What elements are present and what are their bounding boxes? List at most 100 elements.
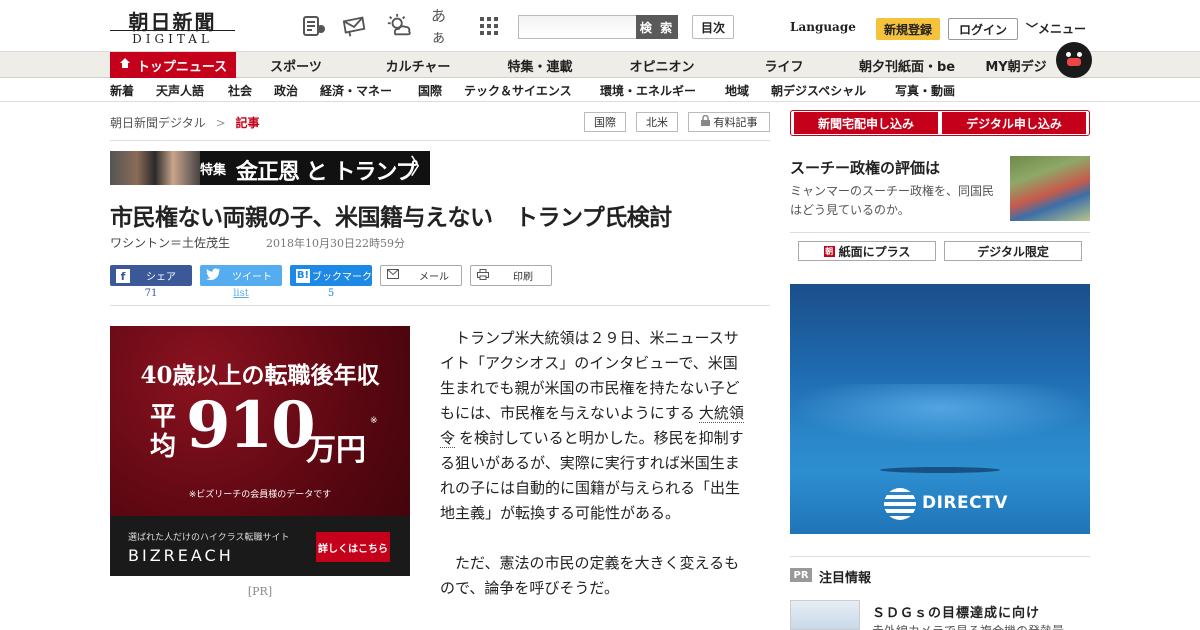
breadcrumb-separator: > xyxy=(215,116,226,130)
share-mail-label: メール xyxy=(419,272,449,283)
nav-tab-top-news[interactable]: トップニュース xyxy=(110,52,236,78)
toc-button[interactable]: 目次 xyxy=(692,15,734,39)
subnav-region[interactable]: 地域 xyxy=(725,79,749,102)
mail-sign-icon[interactable] xyxy=(342,13,368,39)
subnav-environment[interactable]: 環境・エネルギー xyxy=(600,79,696,102)
share-hatena-label: ブックマーク xyxy=(312,272,372,283)
tag-paid-article: 有料記事 xyxy=(688,112,770,132)
share-mail-button[interactable]: メール xyxy=(380,265,462,286)
nav-tab-culture[interactable]: カルチャー xyxy=(372,52,464,78)
share-twitter-button[interactable]: ツイート xyxy=(200,265,282,286)
share-hatena-button[interactable]: B! ブックマーク xyxy=(290,265,372,286)
pr-badge: PR xyxy=(790,568,812,582)
facebook-count: 71 xyxy=(144,288,158,299)
subnav-tech-science[interactable]: テック＆サイエンス xyxy=(464,79,572,102)
ad-tagline: 選ばれた人だけのハイクラス転職サイト xyxy=(128,533,290,543)
subnav-special[interactable]: 朝デジスペシャル xyxy=(771,79,866,102)
feature-photo xyxy=(110,151,200,185)
paragraph-text: トランプ米大統領は２９日、米ニュースサイト「アクシオス」のインタビューで、米国生… xyxy=(440,329,740,422)
divider xyxy=(110,305,770,306)
subnav-latest[interactable]: 新着 xyxy=(110,79,134,102)
notice-subtitle: 赤外線カメラで見る複合機の発熱量 xyxy=(872,622,1064,630)
ad-average-label: 平均 xyxy=(150,402,177,462)
nav-tab-label: トップニュース xyxy=(136,59,228,75)
print-button[interactable]: 印刷 xyxy=(470,265,552,286)
article-byline: ワシントン＝土佐茂生 xyxy=(110,236,231,250)
article-paragraph: トランプ米大統領は２９日、米ニュースサイト「アクシオス」のインタビューで、米国生… xyxy=(440,326,750,526)
nav-tab-print-edition[interactable]: 朝夕刊紙面・be xyxy=(852,52,962,78)
subnav-international[interactable]: 国際 xyxy=(418,79,442,102)
menu-button[interactable]: ﹀メニュー xyxy=(1026,20,1086,37)
subnav-society[interactable]: 社会 xyxy=(228,79,252,102)
hatena-count: 5 xyxy=(327,288,335,299)
feature-title: 金正恩 と トランプ xyxy=(236,159,418,185)
ad-unit: 万円 xyxy=(306,433,366,468)
search-button[interactable]: 検 索 xyxy=(636,15,678,39)
asahi-icon: 朝 xyxy=(823,245,835,257)
nav-tab-my-asadigi[interactable]: MY朝デジ xyxy=(978,52,1054,78)
mascot-eye-right xyxy=(1077,52,1082,57)
site-logo-sub[interactable]: DIGITAL xyxy=(110,30,235,46)
share-facebook-button[interactable]: f シェア xyxy=(110,265,192,286)
feature-tag: 特集 xyxy=(200,163,227,178)
subnav-photo-video[interactable]: 写真・動画 xyxy=(895,79,955,102)
ad-glow xyxy=(790,384,1090,444)
lock-icon xyxy=(700,114,710,129)
ad-shadow xyxy=(880,467,1000,473)
language-link[interactable]: Language xyxy=(790,20,856,34)
chevron-down-icon: ﹀ xyxy=(1026,22,1039,36)
tag-north-america[interactable]: 北米 xyxy=(636,112,678,132)
hatena-icon: B! xyxy=(296,268,310,283)
article-date: 2018年10月30日22時59分 xyxy=(266,237,405,250)
promo-title[interactable]: スーチー政権の評価は xyxy=(790,157,940,178)
menu-label: メニュー xyxy=(1038,22,1087,36)
paragraph-text: を検討していると明かした。移民を抑制する狙いがあるが、実際に実行すれば米国生まれ… xyxy=(440,429,744,522)
nav-tab-life[interactable]: ライフ xyxy=(738,52,830,78)
att-globe-icon xyxy=(884,488,916,520)
facebook-icon: f xyxy=(116,268,130,283)
tag-international[interactable]: 国際 xyxy=(584,112,626,132)
home-icon xyxy=(119,57,131,73)
paper-plus-button[interactable]: 朝 紙面にプラス xyxy=(798,241,936,261)
pr-label: [PR] xyxy=(247,585,273,598)
article-headline: 市民権ない両親の子、米国籍与えない トランプ氏検討 xyxy=(110,205,672,231)
ad-cta-button[interactable]: 詳しくはこちら xyxy=(316,532,390,562)
mail-icon xyxy=(387,269,399,282)
subscribe-newspaper-button[interactable]: 新聞宅配申し込み xyxy=(794,112,938,134)
article-paragraph: ただ、憲法の市民の定義を大きく変えるもので、論争を呼びそうだ。 xyxy=(440,554,740,597)
ad-brand-logo: BIZREACH xyxy=(128,546,234,565)
grid-menu-icon[interactable] xyxy=(476,13,502,39)
printer-icon xyxy=(477,268,489,283)
signup-button[interactable]: 新規登録 xyxy=(876,18,940,40)
paper-plus-label: 紙面にプラス xyxy=(838,244,911,259)
divider xyxy=(790,232,1090,233)
subnav-economy[interactable]: 経済・マネー xyxy=(320,79,392,102)
nav-tab-sports[interactable]: スポーツ xyxy=(250,52,342,78)
twitter-list-link[interactable]: list xyxy=(200,288,282,299)
notice-headline[interactable]: ＳＤＧｓの目標達成に向け xyxy=(872,602,1040,621)
breadcrumb-current: 記事 xyxy=(235,116,260,130)
subnav-tenseijingo[interactable]: 天声人語 xyxy=(156,79,204,102)
divider xyxy=(790,556,1090,557)
ad-note: ※ビズリーチの会員様のデータです xyxy=(188,490,332,500)
breadcrumb: 朝日新聞デジタル > 記事 xyxy=(110,114,260,131)
nav-tab-opinion[interactable]: オピニオン xyxy=(616,52,708,78)
share-facebook-label: シェア xyxy=(146,272,176,283)
share-twitter-label: ツイート xyxy=(232,272,272,283)
promo-photo[interactable] xyxy=(1010,156,1090,221)
digital-only-button[interactable]: デジタル限定 xyxy=(944,241,1082,261)
directv-logo-text: DIRECTV xyxy=(922,493,1008,513)
nav-tab-features[interactable]: 特集・連載 xyxy=(494,52,586,78)
login-button[interactable]: ログイン xyxy=(948,18,1018,40)
search-input[interactable] xyxy=(518,15,636,39)
ad-number: 910 xyxy=(186,388,316,463)
ad-asterisk: ※ xyxy=(370,416,378,426)
subnav-politics[interactable]: 政治 xyxy=(274,79,298,102)
font-size-icon[interactable]: あぁ xyxy=(431,7,457,46)
breadcrumb-home[interactable]: 朝日新聞デジタル xyxy=(110,116,206,130)
weather-icon[interactable] xyxy=(386,13,412,39)
news-list-icon[interactable] xyxy=(301,13,327,39)
subscribe-digital-button[interactable]: デジタル申し込み xyxy=(942,112,1086,134)
notice-thumbnail[interactable] xyxy=(790,600,860,630)
twitter-icon xyxy=(206,268,220,283)
